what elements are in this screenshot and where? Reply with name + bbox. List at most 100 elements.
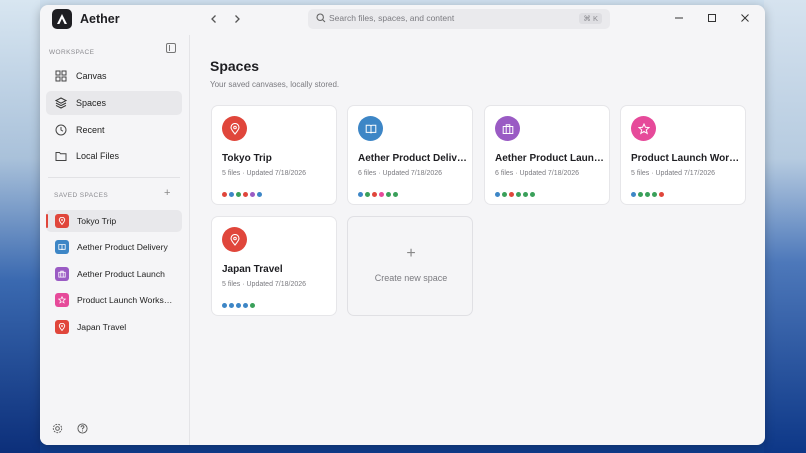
- page-subtitle: Your saved canvases, locally stored.: [210, 80, 340, 89]
- sidebar-collapse-icon[interactable]: [166, 43, 176, 53]
- space-card-aether-product-delivery[interactable]: Aether Product Delivery 6 files · Update…: [347, 105, 473, 205]
- file-color-dots: [358, 192, 398, 197]
- file-color-dot: [229, 192, 234, 197]
- briefcase-icon: [495, 116, 520, 141]
- search-placeholder: Search files, spaces, and content: [329, 13, 455, 23]
- sidebar-item-local-files[interactable]: Local Files: [46, 144, 182, 168]
- file-color-dot: [243, 303, 248, 308]
- space-card-title: Product Launch Workshop: [631, 153, 741, 164]
- file-color-dot: [243, 192, 248, 197]
- maximize-button[interactable]: [703, 11, 721, 25]
- sidebar-item-label: Canvas: [76, 71, 107, 81]
- saved-space-product-launch-workshop[interactable]: Product Launch Workshop: [46, 289, 182, 311]
- chevron-left-icon: [211, 15, 216, 23]
- sidebar-item-recent[interactable]: Recent: [46, 118, 182, 142]
- active-indicator: [46, 214, 48, 228]
- clock-icon: [54, 123, 68, 137]
- maximize-icon: [708, 14, 716, 22]
- sidebar-item-canvas[interactable]: Canvas: [46, 64, 182, 88]
- sidebar-item-label: Local Files: [76, 151, 120, 161]
- file-color-dots: [222, 303, 255, 308]
- saved-space-label: Product Launch Workshop: [77, 295, 177, 305]
- file-color-dot: [365, 192, 370, 197]
- file-color-dot: [229, 303, 234, 308]
- space-card-title: Japan Travel: [222, 264, 283, 275]
- file-color-dot: [631, 192, 636, 197]
- close-icon: [741, 14, 749, 22]
- book-icon: [55, 240, 69, 254]
- space-card-aether-product-launch[interactable]: Aether Product Launch 6 files · Updated …: [484, 105, 610, 205]
- saved-space-aether-product-launch[interactable]: Aether Product Launch: [46, 263, 182, 285]
- saved-spaces-section-label: SAVED SPACES: [54, 192, 109, 199]
- sidebar-item-spaces[interactable]: Spaces: [46, 91, 182, 115]
- map-pin-icon: [55, 320, 69, 334]
- workspace-section-label: WORKSPACE: [49, 49, 95, 56]
- file-color-dot: [386, 192, 391, 197]
- saved-space-japan-travel[interactable]: Japan Travel: [46, 316, 182, 338]
- desktop-background-left: [0, 0, 40, 453]
- minimize-icon: [675, 17, 683, 19]
- back-button[interactable]: [206, 11, 222, 27]
- space-card-meta: 6 files · Updated 7/18/2026: [495, 170, 580, 177]
- star-icon: [631, 116, 656, 141]
- file-color-dot: [502, 192, 507, 197]
- space-card-title: Aether Product Launch: [495, 153, 605, 164]
- space-card-tokyo-trip[interactable]: Tokyo Trip 5 files · Updated 7/18/2026: [211, 105, 337, 205]
- star-icon: [55, 293, 69, 307]
- saved-space-tokyo-trip[interactable]: Tokyo Trip: [46, 210, 182, 232]
- settings-icon[interactable]: [51, 422, 63, 434]
- create-new-space-button[interactable]: + Create new space: [347, 216, 473, 316]
- saved-space-aether-product-delivery[interactable]: Aether Product Delivery: [46, 236, 182, 258]
- minimize-button[interactable]: [670, 11, 688, 25]
- saved-space-label: Tokyo Trip: [77, 216, 117, 226]
- space-card-japan-travel[interactable]: Japan Travel 5 files · Updated 7/18/2026: [211, 216, 337, 316]
- space-card-meta: 5 files · Updated 7/18/2026: [222, 170, 307, 177]
- grid-icon: [54, 69, 68, 83]
- saved-space-label: Aether Product Delivery: [77, 242, 168, 252]
- app-name: Aether: [80, 12, 120, 26]
- file-color-dot: [372, 192, 377, 197]
- chevron-right-icon: [235, 15, 240, 23]
- file-color-dots: [495, 192, 535, 197]
- help-icon[interactable]: [76, 422, 88, 434]
- file-color-dots: [222, 192, 262, 197]
- file-color-dot: [236, 192, 241, 197]
- saved-space-label: Aether Product Launch: [77, 269, 165, 279]
- add-space-button[interactable]: +: [164, 187, 170, 199]
- app-logo-icon: [52, 9, 72, 29]
- sidebar: WORKSPACE Canvas Spaces Recent Local Fil…: [40, 35, 190, 445]
- sidebar-divider: [48, 177, 180, 178]
- saved-space-label: Japan Travel: [77, 322, 127, 332]
- space-card-title: Tokyo Trip: [222, 153, 272, 164]
- file-color-dot: [236, 303, 241, 308]
- file-color-dot: [250, 303, 255, 308]
- map-pin-icon: [55, 214, 69, 228]
- file-color-dot: [523, 192, 528, 197]
- file-color-dot: [222, 303, 227, 308]
- file-color-dot: [645, 192, 650, 197]
- close-button[interactable]: [736, 11, 754, 25]
- sidebar-item-label: Spaces: [76, 98, 107, 108]
- plus-icon: +: [406, 245, 416, 262]
- forward-button[interactable]: [229, 11, 245, 27]
- file-color-dot: [222, 192, 227, 197]
- title-bar: Aether Search files, spaces, and content…: [40, 5, 765, 35]
- map-pin-icon: [222, 116, 247, 141]
- search-icon: [316, 13, 326, 23]
- file-color-dot: [379, 192, 384, 197]
- file-color-dot: [516, 192, 521, 197]
- create-new-space-label: Create new space: [374, 273, 448, 283]
- file-color-dot: [358, 192, 363, 197]
- file-color-dot: [652, 192, 657, 197]
- map-pin-icon: [222, 227, 247, 252]
- sidebar-item-label: Recent: [76, 125, 105, 135]
- briefcase-icon: [55, 267, 69, 281]
- space-card-title: Aether Product Delivery: [358, 153, 468, 164]
- search-input[interactable]: Search files, spaces, and content ⌘ K: [308, 9, 610, 29]
- file-color-dot: [495, 192, 500, 197]
- space-card-product-launch-workshop[interactable]: Product Launch Workshop 5 files · Update…: [620, 105, 746, 205]
- page-title: Spaces: [210, 58, 260, 74]
- desktop-background-right: [764, 0, 806, 453]
- app-window: Aether Search files, spaces, and content…: [40, 5, 765, 445]
- layers-icon: [54, 96, 68, 110]
